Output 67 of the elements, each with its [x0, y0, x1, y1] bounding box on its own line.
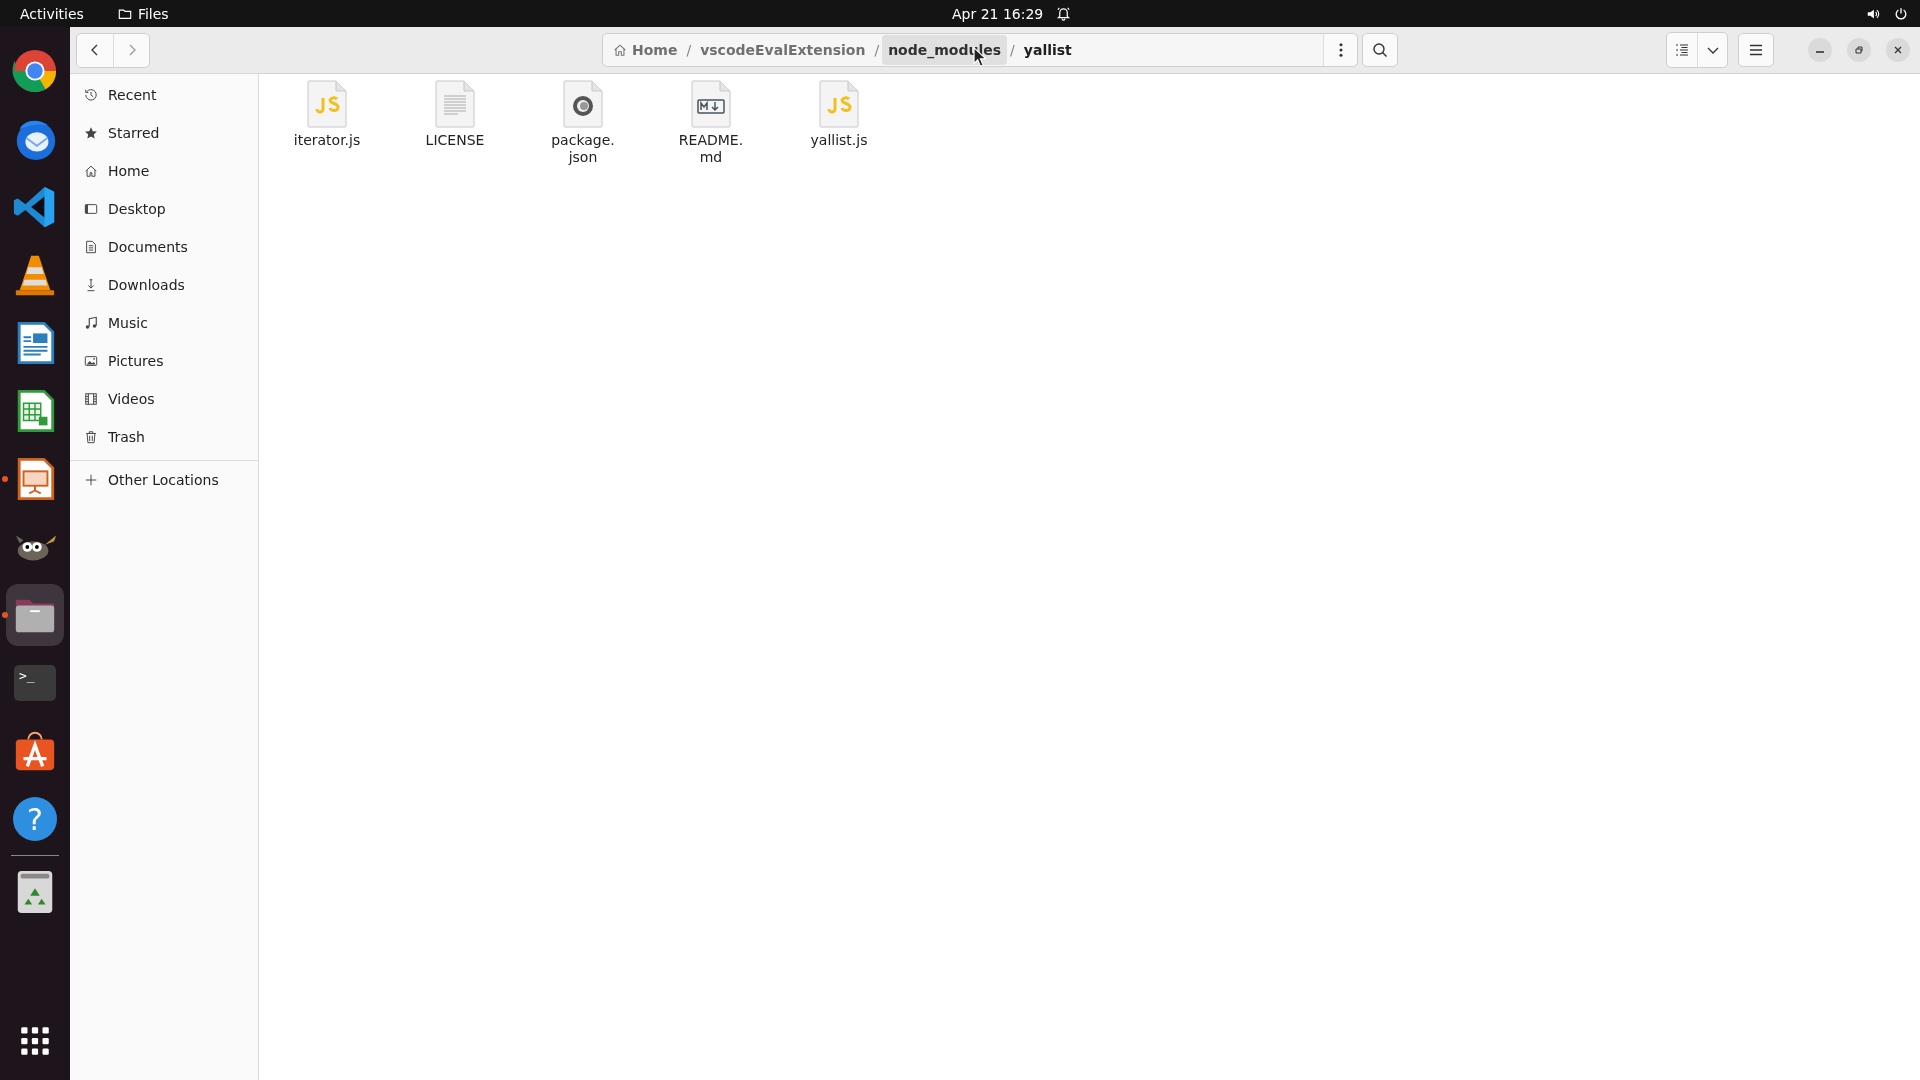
vertical-dots-icon: [1338, 43, 1343, 57]
close-icon: [1892, 44, 1904, 56]
minimize-icon: [1816, 51, 1824, 53]
browser-icon: [12, 48, 58, 94]
search-icon: [1372, 42, 1388, 58]
file-name: yallist.js: [810, 132, 868, 149]
picture-frame-icon: [84, 354, 98, 368]
restore-button[interactable]: [1847, 38, 1871, 62]
file-name: LICENSE: [425, 132, 485, 149]
trash-icon: [84, 430, 98, 444]
folder-icon: [117, 6, 132, 21]
markdown-file-icon: [691, 80, 731, 128]
path-separator: /: [1009, 42, 1016, 58]
help-icon: ?: [13, 797, 57, 841]
power-icon[interactable]: [1894, 6, 1908, 21]
javascript-file-icon: [819, 80, 859, 128]
file-name: package. json: [551, 132, 615, 166]
sidebar-item[interactable]: Videos: [70, 380, 258, 418]
menu-button[interactable]: [1738, 33, 1774, 67]
terminal-icon: >_: [14, 665, 56, 701]
sidebar-item[interactable]: Downloads: [70, 266, 258, 304]
app-grid-icon[interactable]: [20, 1026, 50, 1056]
path-segment[interactable]: yallist: [1017, 35, 1078, 65]
music-note-icon: [84, 316, 98, 330]
file-item[interactable]: yallist.js: [775, 80, 903, 149]
sidebar-item[interactable]: Other Locations: [70, 461, 258, 499]
sidebar-item[interactable]: Trash: [70, 418, 258, 456]
file-item[interactable]: LICENSE: [391, 80, 519, 149]
sidebar-item[interactable]: Music: [70, 304, 258, 342]
sidebar-item[interactable]: Pictures: [70, 342, 258, 380]
film-icon: [84, 392, 98, 406]
desktop-icon: [84, 202, 98, 216]
sidebar-item[interactable]: Home: [70, 152, 258, 190]
plus-icon: [84, 473, 98, 487]
restore-icon: [1853, 44, 1865, 56]
dock-app-button[interactable]: >_: [6, 652, 64, 714]
bell-icon[interactable]: [1056, 6, 1071, 21]
app-menu[interactable]: Files: [117, 5, 169, 22]
search-button[interactable]: [1362, 33, 1398, 67]
file-item[interactable]: iterator.js: [263, 80, 391, 149]
text-file-icon: [435, 80, 475, 128]
menu-icon: [1748, 42, 1764, 58]
close-button[interactable]: [1886, 38, 1910, 62]
home-icon: [613, 43, 627, 57]
path-separator: /: [873, 42, 881, 58]
clock-icon: [84, 88, 98, 102]
minimize-button[interactable]: [1808, 38, 1832, 62]
file-item[interactable]: package. json: [519, 80, 647, 166]
javascript-file-icon: [307, 80, 347, 128]
path-segment[interactable]: vscodeEvalExtension: [694, 35, 872, 65]
document-icon: [84, 240, 98, 254]
sidebar-item[interactable]: Recent: [70, 76, 258, 114]
json-file-icon: [563, 80, 603, 128]
list-icon: [1674, 42, 1690, 58]
home-icon: [84, 164, 98, 178]
path-segment[interactable]: Home: [607, 35, 684, 65]
clock[interactable]: Apr 21 16:29: [952, 5, 1044, 22]
sidebar-item[interactable]: Starred: [70, 114, 258, 152]
sidebar-item[interactable]: Documents: [70, 228, 258, 266]
sidebar-item[interactable]: Desktop: [70, 190, 258, 228]
path-segment[interactable]: node_modules: [882, 35, 1008, 65]
activities-button[interactable]: Activities: [16, 5, 88, 22]
file-name: iterator.js: [293, 132, 361, 149]
file-item[interactable]: README. md: [647, 80, 775, 166]
file-name: README. md: [678, 132, 744, 166]
star-icon: [84, 126, 98, 140]
path-separator: /: [685, 42, 693, 58]
